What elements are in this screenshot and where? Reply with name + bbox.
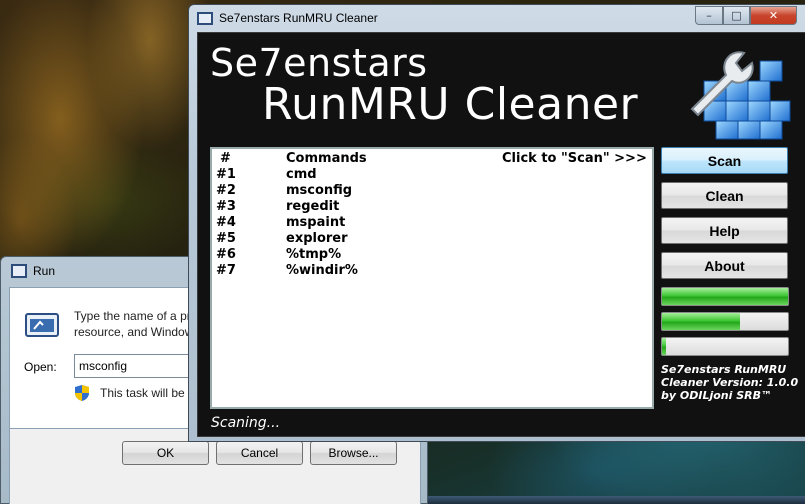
list-item-command: msconfig [286, 183, 353, 198]
list-item[interactable]: #5 explorer [212, 231, 652, 247]
runmru-command-list[interactable]: # Commands Click to "Scan" >>> #1 cmd #2… [210, 147, 654, 409]
list-item-num: #5 [216, 231, 236, 246]
list-item-num: #4 [216, 215, 236, 230]
list-item-num: #6 [216, 247, 236, 262]
progress-fill [662, 338, 666, 355]
run-description: Type the name of a pr resource, and Wind… [74, 308, 193, 340]
run-program-icon [25, 313, 59, 337]
progress-bar-1 [661, 287, 789, 306]
header-commands: Commands [286, 151, 367, 166]
list-item-num: #2 [216, 183, 236, 198]
progress-bar-2 [661, 312, 789, 331]
progress-fill [662, 313, 741, 330]
clean-button[interactable]: Clean [661, 182, 788, 209]
list-item[interactable]: #7 %windir% [212, 263, 652, 279]
list-item-num: #7 [216, 263, 236, 278]
ok-button[interactable]: OK [122, 441, 209, 465]
run-title: Run [33, 264, 56, 278]
cleaner-client-area: Se7enstars RunMRU Cleaner # Commands Cli… [197, 32, 805, 437]
minimize-button[interactable]: – [695, 6, 723, 25]
header-num: # [220, 151, 231, 166]
uac-shield-icon [75, 385, 89, 401]
list-item-num: #3 [216, 199, 236, 214]
list-item-command: %windir% [286, 263, 358, 278]
help-button[interactable]: Help [661, 217, 788, 244]
list-header: # Commands Click to "Scan" >>> [212, 151, 652, 167]
run-admin-note: This task will be c [100, 386, 195, 400]
scan-button[interactable]: Scan [661, 147, 788, 174]
list-item-command: explorer [286, 231, 348, 246]
run-description-line: Type the name of a pr [74, 309, 191, 323]
about-button[interactable]: About [661, 252, 788, 279]
close-button[interactable]: ✕ [750, 6, 797, 25]
progress-bar-3 [661, 337, 789, 356]
progress-fill [662, 288, 788, 305]
list-item[interactable]: #3 regedit [212, 199, 652, 215]
browse-button[interactable]: Browse... [310, 441, 397, 465]
list-item-command: mspaint [286, 215, 346, 230]
cleaner-window-icon [197, 11, 213, 25]
run-description-line: resource, and Window [74, 325, 194, 339]
maximize-button[interactable]: □ [723, 6, 750, 25]
list-item[interactable]: #2 msconfig [212, 183, 652, 199]
cancel-button[interactable]: Cancel [216, 441, 303, 465]
cleaner-title: Se7enstars RunMRU Cleaner [219, 11, 378, 25]
list-item[interactable]: #4 mspaint [212, 215, 652, 231]
registry-cubes-wrench-icon [690, 51, 791, 140]
header-scan-hint: Click to "Scan" >>> [502, 151, 647, 166]
cleaner-window: Se7enstars RunMRU Cleaner – □ ✕ Se7ensta… [188, 4, 805, 442]
open-label: Open: [24, 360, 57, 374]
list-item-command: regedit [286, 199, 340, 214]
list-item[interactable]: #1 cmd [212, 167, 652, 183]
list-item[interactable]: #6 %tmp% [212, 247, 652, 263]
status-text: Scaning... [211, 415, 281, 431]
list-item-command: cmd [286, 167, 317, 182]
run-window-icon [11, 264, 27, 278]
list-item-command: %tmp% [286, 247, 342, 262]
list-item-num: #1 [216, 167, 236, 182]
version-info: Se7enstars RunMRU Cleaner Version: 1.0.0… [661, 363, 799, 402]
brand-title-line2: RunMRU Cleaner [262, 79, 639, 130]
